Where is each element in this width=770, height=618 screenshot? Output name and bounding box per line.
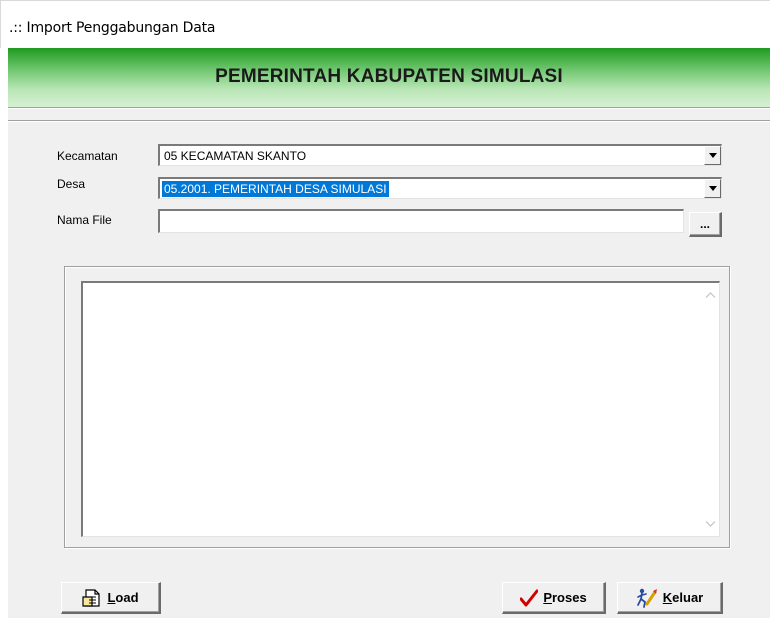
exit-runner-icon [636, 588, 657, 608]
load-button[interactable]: Load [61, 582, 161, 614]
chevron-down-icon[interactable] [705, 521, 716, 527]
desa-label: Desa [57, 177, 86, 191]
header-divider [8, 120, 770, 122]
header-banner: PEMERINTAH KABUPATEN SIMULASI [8, 48, 770, 108]
document-icon [82, 588, 101, 607]
keluar-label: Keluar [662, 590, 704, 605]
log-scrollbar[interactable] [702, 283, 719, 536]
check-icon [520, 589, 539, 606]
browse-file-button[interactable]: ... [689, 212, 722, 237]
window-titlebar[interactable]: .:: Import Penggabungan Data [0, 0, 770, 48]
desa-dropdown-button[interactable] [704, 179, 721, 198]
kecamatan-dropdown-button[interactable] [704, 146, 721, 165]
desa-dropdown[interactable]: 05.2001. PEMERINTAH DESA SIMULASI [158, 177, 722, 199]
page-title: PEMERINTAH KABUPATEN SIMULASI [215, 66, 563, 87]
window-title: .:: Import Penggabungan Data [9, 20, 216, 36]
nama-file-label: Nama File [57, 213, 112, 227]
nama-file-input[interactable] [158, 209, 684, 233]
chevron-down-icon [709, 186, 717, 191]
log-textarea[interactable] [81, 281, 720, 537]
desa-value: 05.2001. PEMERINTAH DESA SIMULASI [162, 181, 389, 197]
kecamatan-label: Kecamatan [57, 149, 118, 163]
chevron-down-icon [709, 153, 717, 158]
browse-button-label: ... [699, 217, 710, 231]
kecamatan-dropdown[interactable]: 05 KECAMATAN SKANTO [158, 144, 722, 166]
proses-label: Proses [543, 590, 587, 605]
proses-button[interactable]: Proses [502, 582, 606, 614]
load-label: Load [107, 590, 139, 605]
kecamatan-value: 05 KECAMATAN SKANTO [164, 149, 307, 163]
keluar-button[interactable]: Keluar [617, 582, 723, 614]
chevron-up-icon[interactable] [705, 292, 716, 298]
